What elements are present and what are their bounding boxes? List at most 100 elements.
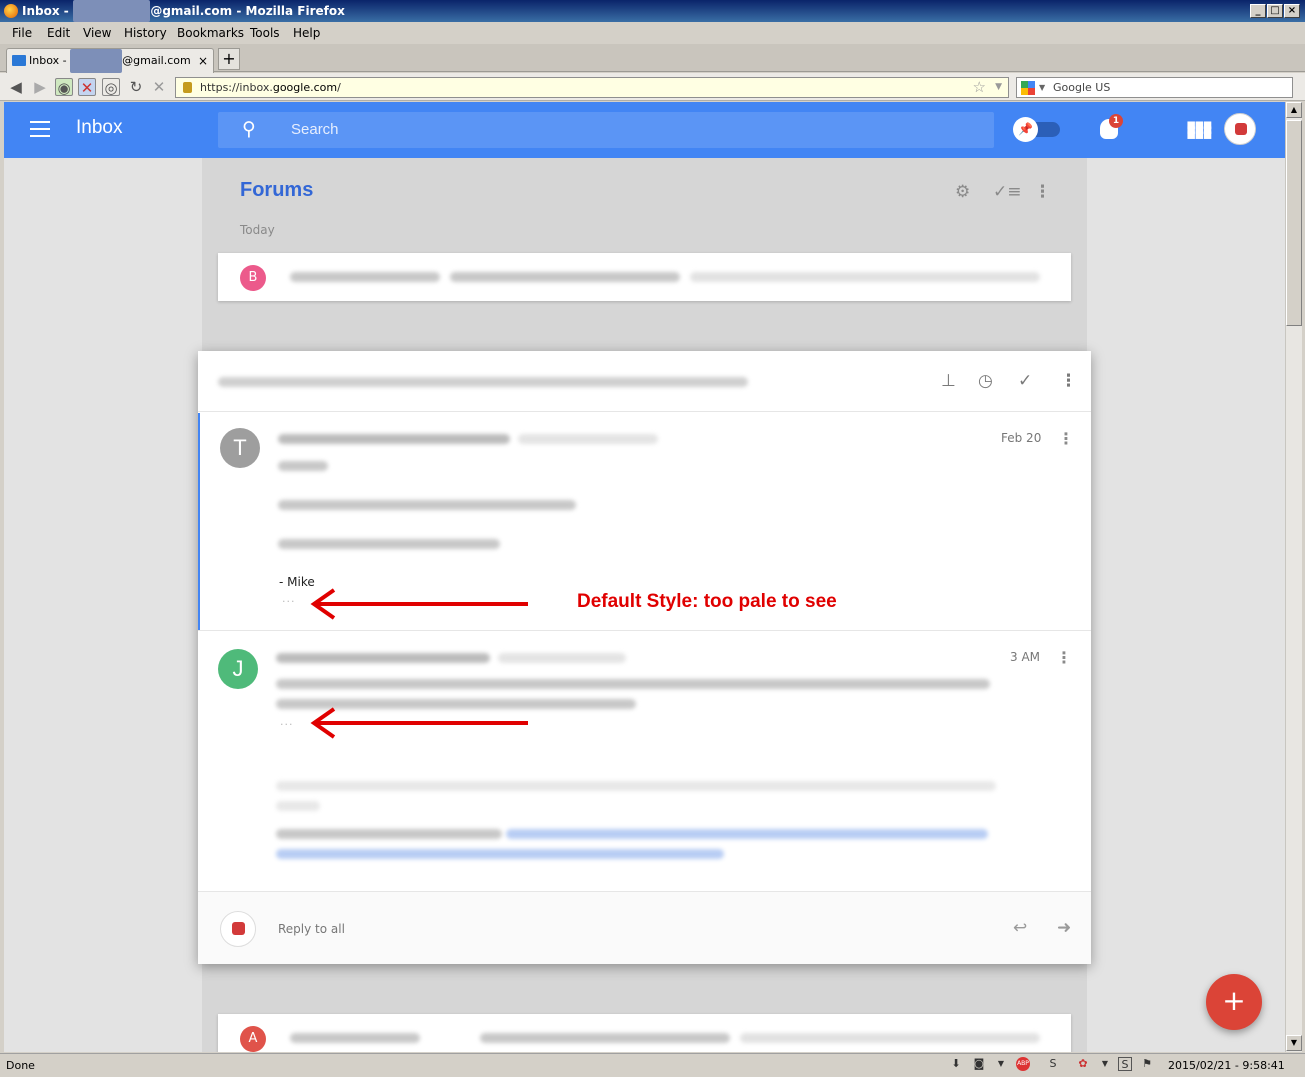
- sender-avatar: J: [218, 649, 258, 689]
- reload-icon[interactable]: ↻: [127, 78, 145, 96]
- message-date: Feb 20: [1001, 431, 1042, 445]
- tab-close-icon[interactable]: ×: [198, 49, 208, 73]
- dropdown-icon[interactable]: ▼: [1098, 1057, 1112, 1071]
- scroll-down-icon[interactable]: ▼: [1286, 1035, 1302, 1051]
- stop-icon[interactable]: ✕: [150, 78, 168, 96]
- pinned-toggle[interactable]: 📌: [1013, 117, 1060, 142]
- sweep-icon[interactable]: ✓≡: [993, 182, 1022, 202]
- list-item[interactable]: A: [218, 1014, 1071, 1052]
- bookmark-star-icon[interactable]: ☆: [973, 78, 986, 97]
- reply-to-all-label[interactable]: Reply to all: [278, 922, 345, 936]
- more-vert-icon[interactable]: ⋮: [1058, 429, 1074, 448]
- window-titlebar: Inbox - xxxxxxxxxx@gmail.com - Mozilla F…: [0, 0, 1305, 22]
- annotation-text: Default Style: too pale to see: [577, 591, 837, 612]
- inbox-favicon-icon: [12, 55, 26, 66]
- scroll-up-icon[interactable]: ▲: [1286, 102, 1302, 118]
- my-avatar: [220, 911, 256, 947]
- addon-globe-icon[interactable]: ◉: [55, 78, 73, 97]
- page-scrollbar[interactable]: ▲ ▼: [1285, 102, 1302, 1052]
- sender-name-blurred: [278, 434, 510, 444]
- forward-icon[interactable]: ➜: [1057, 918, 1071, 938]
- search-engine-dropdown-icon[interactable]: ▼: [1039, 78, 1045, 97]
- new-tab-button[interactable]: +: [218, 48, 240, 70]
- download-icon[interactable]: ⬇: [949, 1057, 963, 1071]
- search-placeholder: Search: [291, 121, 339, 138]
- maximize-button[interactable]: □: [1267, 4, 1283, 18]
- blurred-link[interactable]: [506, 829, 988, 839]
- pin-icon[interactable]: ⊥: [941, 371, 956, 391]
- status-bar: Done ⬇ ◙ ▼ ABP S ✿ ▼ S ⚑ 2015/02/21 - 9:…: [0, 1053, 1305, 1077]
- browser-search-box[interactable]: ▼ Google US: [1016, 77, 1293, 98]
- blurred-link[interactable]: [276, 849, 724, 859]
- menu-tools[interactable]: Tools: [250, 26, 280, 40]
- menu-bookmarks[interactable]: Bookmarks: [177, 26, 244, 40]
- addon-s-icon[interactable]: S: [1046, 1057, 1060, 1071]
- apps-grid-icon[interactable]: ▪▪▪ ▪▪▪ ▪▪▪: [1186, 117, 1212, 142]
- sender-avatar: B: [240, 265, 266, 291]
- menu-hamburger-icon[interactable]: [30, 121, 50, 137]
- addon-noscript-icon[interactable]: ✕: [78, 78, 96, 97]
- back-icon[interactable]: ◀: [7, 78, 25, 96]
- menu-help[interactable]: Help: [293, 26, 320, 40]
- addon-eye-icon[interactable]: ◎: [102, 78, 120, 97]
- status-text: Done: [6, 1059, 35, 1072]
- inbox-app-bar: Inbox ⚲ Search 📌 1 ▪▪▪ ▪▪▪ ▪▪▪: [4, 102, 1285, 158]
- url-dropdown-icon[interactable]: ▼: [995, 78, 1002, 97]
- quoted-text-toggle[interactable]: ···: [280, 718, 294, 731]
- snooze-clock-icon[interactable]: ◷: [978, 371, 993, 391]
- scroll-thumb[interactable]: [1286, 120, 1302, 326]
- list-item[interactable]: B: [218, 253, 1071, 301]
- screenshot-icon[interactable]: ◙: [972, 1057, 986, 1071]
- reply-bar[interactable]: Reply to all ↩ ➜: [198, 891, 1091, 964]
- inbox-search-field[interactable]: ⚲ Search: [218, 112, 994, 148]
- message-2[interactable]: J 3 AM ⋮ ···: [198, 630, 1091, 891]
- close-window-button[interactable]: ×: [1284, 4, 1300, 18]
- quoted-text-toggle[interactable]: ···: [282, 595, 296, 608]
- more-vert-icon[interactable]: ⋮: [1034, 182, 1051, 202]
- thread-subject-blurred: [218, 377, 748, 387]
- sender-avatar: T: [220, 428, 260, 468]
- more-vert-icon[interactable]: ⋮: [1060, 371, 1077, 391]
- menu-file[interactable]: File: [12, 26, 32, 40]
- pin-icon: 📌: [1013, 117, 1038, 142]
- blurred-text: [290, 1033, 420, 1043]
- minimize-button[interactable]: _: [1250, 4, 1266, 18]
- annotation-arrow-1: [310, 588, 528, 620]
- message-date: 3 AM: [1010, 650, 1041, 664]
- addon-flower-icon[interactable]: ✿: [1076, 1057, 1090, 1071]
- dropdown-icon[interactable]: ▼: [994, 1057, 1008, 1071]
- google-logo-icon: [1021, 81, 1035, 95]
- reply-icon[interactable]: ↩: [1013, 918, 1027, 938]
- menu-bar: File Edit View History Bookmarks Tools H…: [0, 22, 1305, 44]
- addon-square-icon[interactable]: S: [1118, 1057, 1132, 1071]
- blurred-text: [276, 829, 502, 839]
- blurred-text: [740, 1033, 1040, 1043]
- blurred-text: [278, 461, 328, 471]
- menu-view[interactable]: View: [83, 26, 111, 40]
- blurred-text: [278, 539, 500, 549]
- app-brand: Inbox: [76, 117, 123, 138]
- account-avatar[interactable]: [1224, 113, 1256, 145]
- blurred-text: [450, 272, 680, 282]
- menu-edit[interactable]: Edit: [47, 26, 70, 40]
- gear-icon[interactable]: ⚙: [955, 182, 970, 202]
- sender-avatar: A: [240, 1026, 266, 1052]
- compose-fab-button[interactable]: +: [1206, 974, 1262, 1030]
- notification-badge: 1: [1109, 114, 1123, 128]
- url-host: google.com: [272, 81, 338, 94]
- menu-history[interactable]: History: [124, 26, 167, 40]
- redacted-email: xxxxxxxxxx: [72, 0, 151, 22]
- url-bar[interactable]: https://inbox.google.com/ ☆ ▼: [175, 77, 1009, 98]
- adblock-icon[interactable]: ABP: [1016, 1057, 1030, 1071]
- more-vert-icon[interactable]: ⋮: [1056, 648, 1072, 667]
- expanded-thread-card: ⊥ ◷ ✓ ⋮ T Feb 20 ⋮ - Mike ··· J 3 AM ⋮ ·…: [198, 351, 1091, 964]
- sender-email-blurred: [518, 434, 658, 444]
- url-suffix: /: [337, 81, 341, 94]
- done-check-icon[interactable]: ✓: [1018, 371, 1032, 391]
- browser-tab-inbox[interactable]: Inbox - xxxxxxxx@gmail.com ×: [6, 48, 214, 73]
- forward-icon[interactable]: ▶: [31, 78, 49, 96]
- section-label-today: Today: [240, 223, 275, 237]
- flag-icon[interactable]: ⚑: [1140, 1057, 1154, 1071]
- redacted-email: xxxxxxxx: [70, 49, 123, 73]
- status-clock: 2015/02/21 - 9:58:41: [1168, 1059, 1285, 1072]
